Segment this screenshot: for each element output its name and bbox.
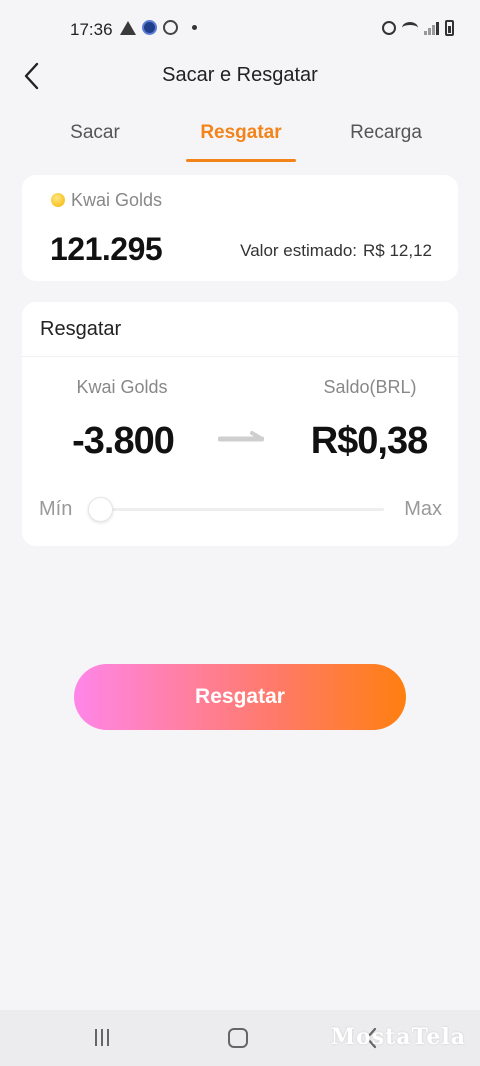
redeem-button[interactable]: Resgatar bbox=[74, 664, 406, 730]
coin-icon bbox=[51, 193, 65, 207]
app-badge-icon bbox=[142, 20, 157, 35]
amount-slider-track[interactable] bbox=[100, 508, 384, 511]
divider bbox=[22, 356, 458, 357]
status-time: 17:36 bbox=[70, 20, 113, 39]
notification-icons bbox=[120, 20, 197, 35]
estimate-amount: R$ 12,12 bbox=[363, 241, 432, 260]
page-title: Sacar e Resgatar bbox=[162, 64, 318, 86]
arrow-right-icon bbox=[218, 431, 264, 442]
tab-sacar[interactable]: Sacar bbox=[40, 122, 150, 144]
more-notifications-icon bbox=[192, 25, 197, 30]
to-currency-label: Saldo(BRL) bbox=[323, 377, 417, 397]
redeem-card: Resgatar Kwai Golds Saldo(BRL) -3.800 R$… bbox=[22, 302, 458, 546]
amount-slider-thumb[interactable] bbox=[88, 497, 113, 522]
balance-label: Kwai Golds bbox=[71, 190, 163, 210]
recent-apps-button[interactable] bbox=[95, 1029, 109, 1046]
redeem-section-title: Resgatar bbox=[40, 318, 122, 340]
system-navigation-bar: MostaTela bbox=[0, 1010, 480, 1066]
from-amount: -3.800 bbox=[72, 420, 175, 462]
slider-max-label: Max bbox=[404, 498, 442, 520]
status-bar: 17:36 bbox=[0, 0, 480, 52]
tab-recarga[interactable]: Recarga bbox=[330, 122, 442, 144]
alarm-icon bbox=[382, 21, 396, 35]
watermark-logo: MostaTela bbox=[330, 1024, 466, 1050]
estimate-label: Valor estimado: bbox=[240, 241, 357, 260]
data-saver-icon bbox=[163, 20, 178, 35]
slider-min-label: Mín bbox=[39, 498, 73, 520]
system-icons bbox=[382, 20, 454, 36]
tab-bar: Sacar Resgatar Recarga bbox=[0, 112, 480, 166]
battery-icon bbox=[445, 20, 454, 36]
app-notification-icon bbox=[120, 20, 136, 35]
balance-value: 121.295 bbox=[50, 231, 163, 267]
home-button[interactable] bbox=[228, 1028, 248, 1048]
signal-icon bbox=[424, 21, 439, 35]
balance-card: Kwai Golds 121.295 Valor estimado: R$ 12,… bbox=[22, 175, 458, 281]
to-amount: R$0,38 bbox=[310, 420, 429, 462]
estimated-value: Valor estimado: R$ 12,12 bbox=[240, 241, 432, 261]
tab-resgatar[interactable]: Resgatar bbox=[186, 122, 296, 144]
wifi-icon bbox=[402, 22, 418, 34]
active-tab-indicator bbox=[186, 159, 296, 162]
from-currency-label: Kwai Golds bbox=[76, 377, 168, 397]
header: Sacar e Resgatar bbox=[0, 52, 480, 102]
